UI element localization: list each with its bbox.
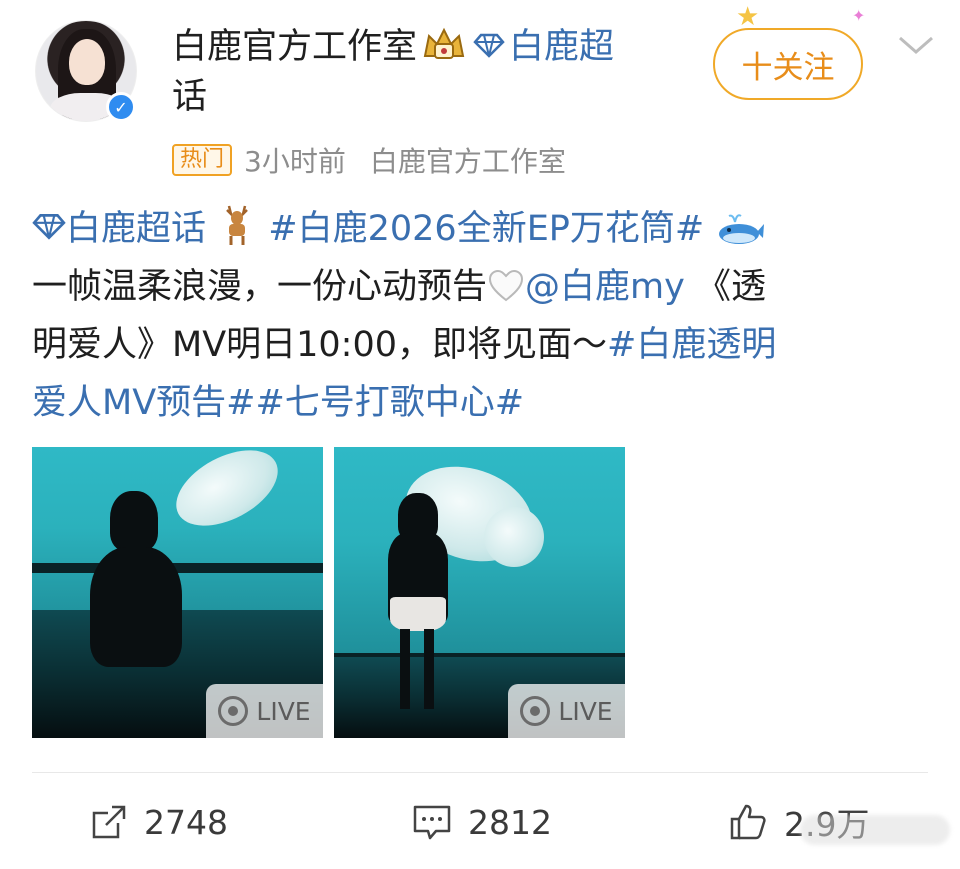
follow-button[interactable]: 十关注 [713, 28, 863, 100]
whale-emoji-icon [719, 214, 765, 244]
verified-icon: ✓ [106, 92, 136, 122]
deer-emoji-icon [226, 205, 249, 245]
super-topic-link[interactable]: 白鹿超话 [66, 209, 206, 249]
repost-button[interactable]: 2748 [90, 790, 228, 854]
hashtag-ep[interactable]: #白鹿2026全新EP万花筒# [268, 209, 704, 249]
beluga-whale-tail [484, 507, 544, 567]
author-header: 白鹿官方工作室 白鹿超 话 [172, 22, 692, 122]
author-name[interactable]: 白鹿官方工作室 [172, 27, 417, 67]
hot-tag-badge: 热门 [172, 144, 233, 176]
white-heart-emoji-icon [489, 269, 524, 302]
super-topic-link[interactable]: 白鹿超 [509, 27, 614, 67]
post-line-2-title: 《透 [695, 267, 766, 307]
comment-icon [413, 805, 451, 840]
comment-button[interactable]: 2812 [412, 790, 552, 854]
live-label: LIVE [256, 696, 311, 726]
person-body-silhouette [90, 547, 182, 667]
hashtag-center[interactable]: #七号打歌中心# [255, 383, 524, 423]
live-label: LIVE [558, 696, 613, 726]
post-photo-2[interactable]: LIVE [334, 447, 625, 738]
chevron-down-icon[interactable] [896, 30, 936, 60]
mention-link[interactable]: @白鹿my [525, 267, 685, 307]
super-topic-diamond-icon [32, 214, 66, 240]
sparkle-icon: ✦ [852, 6, 866, 25]
super-topic-diamond-icon [473, 33, 505, 58]
live-icon [218, 696, 249, 726]
repost-count: 2748 [144, 802, 228, 842]
super-topic-link-wrap[interactable]: 话 [172, 77, 207, 117]
post-meta: 热门 3小时前 白鹿官方工作室 [172, 140, 566, 180]
person-head-silhouette [110, 491, 158, 551]
person-leg [400, 629, 410, 709]
post-source: 白鹿官方工作室 [369, 145, 566, 178]
avatar-face [69, 39, 105, 85]
post-body: 白鹿超话 #白鹿2026全新EP万花筒# 一帧温柔浪漫，一份心动预告 @白鹿my… [32, 200, 932, 432]
crown-badge-icon [423, 27, 465, 59]
watermark-blur [800, 815, 950, 845]
action-divider [32, 772, 928, 773]
post-line-2: 一帧温柔浪漫，一份心动预告 [32, 267, 488, 307]
post-line-3: 明爱人》MV明日10:00，即将见面～ [32, 325, 608, 365]
live-photo-badge[interactable]: LIVE [508, 684, 625, 738]
repost-icon [92, 805, 126, 839]
comment-count: 2812 [468, 802, 552, 842]
hashtag-mv-cont[interactable]: 爱人MV预告# [32, 383, 255, 423]
person-leg [424, 629, 434, 709]
like-icon [730, 804, 766, 840]
live-photo-badge[interactable]: LIVE [206, 684, 323, 738]
hashtag-mv[interactable]: #白鹿透明 [607, 325, 776, 365]
live-icon [520, 696, 551, 726]
post-time: 3小时前 [244, 145, 346, 178]
post-photo-1[interactable]: LIVE [32, 447, 323, 738]
person-skirt [390, 597, 446, 631]
